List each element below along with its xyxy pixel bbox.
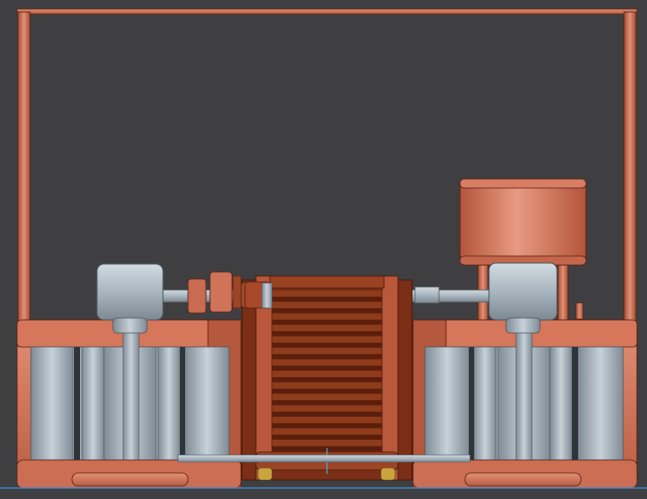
core-fin (271, 312, 383, 321)
left-tank-pillar-1 (30, 346, 74, 461)
lower-shaft-assembly (177, 454, 471, 463)
left-tank-gap-1 (74, 347, 80, 460)
core-fins (271, 289, 383, 451)
core-fin-gap (272, 435, 382, 440)
coupling-collar (261, 282, 273, 309)
right-tank-pillar-2 (473, 346, 497, 461)
right-frame-post (623, 11, 637, 323)
right-tank-assembly (412, 319, 638, 489)
top-frame-rail (16, 8, 638, 15)
left-tank-pillar-2 (81, 346, 105, 461)
coupling-3 (232, 275, 242, 309)
motor-support-right (557, 261, 569, 323)
core-fin-gap (272, 423, 382, 428)
core-fin-gap (272, 320, 382, 325)
right-tank-gap-2 (572, 347, 578, 460)
core-fin (271, 393, 383, 401)
coupling-1 (187, 278, 207, 314)
core-fin (271, 404, 383, 413)
left-vertical-shaft (122, 329, 140, 471)
core-fin-gap (272, 297, 382, 302)
core-right-wall (381, 275, 399, 481)
core-fin-gap (272, 412, 382, 417)
right-gear-neck (505, 317, 541, 334)
core-fin (271, 324, 383, 332)
core-fin (271, 427, 383, 436)
core-fin (271, 439, 383, 447)
left-tank-gap-2 (180, 347, 185, 460)
core-fin (271, 289, 383, 298)
motor-body (459, 178, 587, 266)
left-tank-pillar-4 (157, 346, 181, 461)
core-fin (271, 335, 383, 344)
left-base-foot (71, 472, 189, 487)
core-fin-gap (272, 400, 382, 405)
core-fin (271, 301, 383, 309)
core-fin (271, 381, 383, 390)
right-tank-pillar-4 (549, 346, 573, 461)
coupling-2 (209, 271, 233, 313)
core-fin-gap (272, 366, 382, 371)
left-tank-assembly (16, 319, 242, 489)
core-fin-gap (272, 308, 382, 313)
right-gear-block (488, 262, 558, 321)
core-fin (271, 370, 383, 378)
left-tank-pillar-5 (184, 346, 230, 461)
core-fin (271, 358, 383, 367)
core-fin-gap (272, 377, 382, 382)
core-fin (271, 347, 383, 355)
core-fin (271, 416, 383, 424)
right-tank-pillar-1 (424, 346, 470, 461)
right-tank-pillar-5 (577, 346, 624, 461)
left-gear-neck (112, 317, 148, 334)
brass-foot-right (380, 467, 396, 481)
left-gear-block (96, 263, 164, 321)
right-base-foot (464, 472, 582, 487)
right-vertical-shaft (515, 329, 533, 471)
brass-foot-left (257, 467, 273, 481)
left-frame-post (17, 11, 31, 323)
core-fin-gap (272, 331, 382, 336)
core-top-cap (269, 275, 385, 289)
cad-viewport[interactable] (0, 0, 647, 499)
motor-top-cap (459, 178, 587, 189)
core-fin-gap (272, 389, 382, 394)
core-fin-gap (272, 354, 382, 359)
lower-shaft (177, 454, 471, 463)
core-fin-gap (272, 343, 382, 348)
right-tank-gap-1 (469, 347, 474, 460)
shaft-end-cap (414, 286, 440, 304)
assembly-drawing (0, 8, 647, 489)
small-vent-pipe (575, 302, 584, 320)
